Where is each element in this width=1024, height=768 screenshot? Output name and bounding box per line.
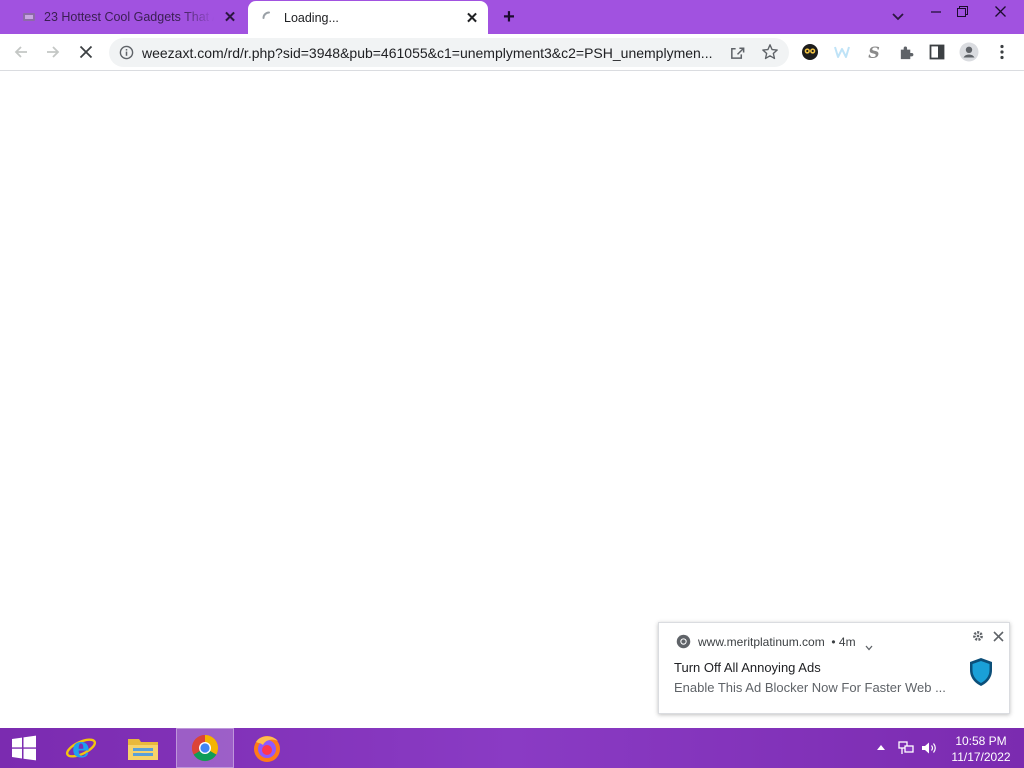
internet-explorer-icon[interactable]: e <box>56 728 106 768</box>
tab-title: 23 Hottest Cool Gadgets That Ar <box>44 10 214 24</box>
firefox-icon[interactable] <box>241 728 293 768</box>
notification-body: Enable This Ad Blocker Now For Faster We… <box>674 680 946 695</box>
shield-icon <box>968 657 994 692</box>
tab-strip: 23 Hottest Cool Gadgets That Ar ✕ Loadin… <box>0 0 1024 34</box>
star-icon[interactable] <box>761 43 779 66</box>
close-x-icon[interactable] <box>74 40 98 64</box>
volume-icon[interactable] <box>919 728 941 768</box>
arrow-left-icon[interactable] <box>9 40 33 64</box>
arrow-right-icon[interactable] <box>41 40 65 64</box>
tab-gadgets[interactable]: 23 Hottest Cool Gadgets That Ar ✕ <box>8 0 246 34</box>
url-text[interactable]: weezaxt.com/rd/r.php?sid=3948&pub=461055… <box>142 45 722 61</box>
extension-w-icon[interactable] <box>830 40 854 64</box>
tab-loading[interactable]: Loading... ✕ <box>248 1 488 34</box>
loading-spinner-icon <box>262 11 276 25</box>
clock-date: 11/17/2022 <box>951 750 1011 764</box>
extension-s-icon[interactable]: S <box>862 40 886 64</box>
notification-age: • 4m <box>831 635 856 649</box>
globe-icon <box>22 10 36 24</box>
system-clock[interactable]: 10:58 PM 11/17/2022 <box>944 733 1018 765</box>
extension-owl-icon[interactable] <box>798 40 822 64</box>
person-icon[interactable] <box>957 40 981 64</box>
puzzle-icon[interactable] <box>894 40 918 64</box>
gear-icon[interactable] <box>972 629 984 647</box>
share-icon[interactable] <box>729 44 746 66</box>
info-icon[interactable] <box>119 45 134 65</box>
chevron-down-icon[interactable] <box>865 638 873 656</box>
chrome-icon <box>676 634 691 654</box>
taskbar: e 10:58 PM 11/17/2022 <box>0 728 1024 768</box>
notification-source: www.meritplatinum.com • 4m <box>698 635 856 649</box>
close-icon[interactable] <box>993 629 1004 647</box>
restore-icon[interactable] <box>946 0 978 22</box>
tab-title: Loading... <box>284 11 339 25</box>
push-notification[interactable]: www.meritplatinum.com • 4m Turn Off All … <box>658 622 1010 714</box>
clock-time: 10:58 PM <box>955 734 1007 748</box>
kebab-menu-icon[interactable] <box>990 40 1014 64</box>
show-hidden-icons-icon[interactable] <box>874 728 888 768</box>
network-icon[interactable] <box>895 728 917 768</box>
chrome-taskbar-icon[interactable] <box>176 728 234 768</box>
file-explorer-icon[interactable] <box>117 728 169 768</box>
browser-toolbar: weezaxt.com/rd/r.php?sid=3948&pub=461055… <box>0 34 1024 71</box>
svg-text:e: e <box>72 732 90 764</box>
close-window-icon[interactable] <box>984 0 1016 22</box>
close-tab-icon[interactable]: ✕ <box>464 10 480 27</box>
address-bar[interactable]: weezaxt.com/rd/r.php?sid=3948&pub=461055… <box>109 38 789 67</box>
chevron-down-icon[interactable] <box>889 8 907 26</box>
side-panel-icon[interactable] <box>925 40 949 64</box>
close-tab-icon[interactable]: ✕ <box>222 9 238 26</box>
windows-start-icon[interactable] <box>0 728 48 768</box>
new-tab-plus-icon[interactable]: + <box>498 6 520 28</box>
notification-title: Turn Off All Annoying Ads <box>674 660 821 675</box>
